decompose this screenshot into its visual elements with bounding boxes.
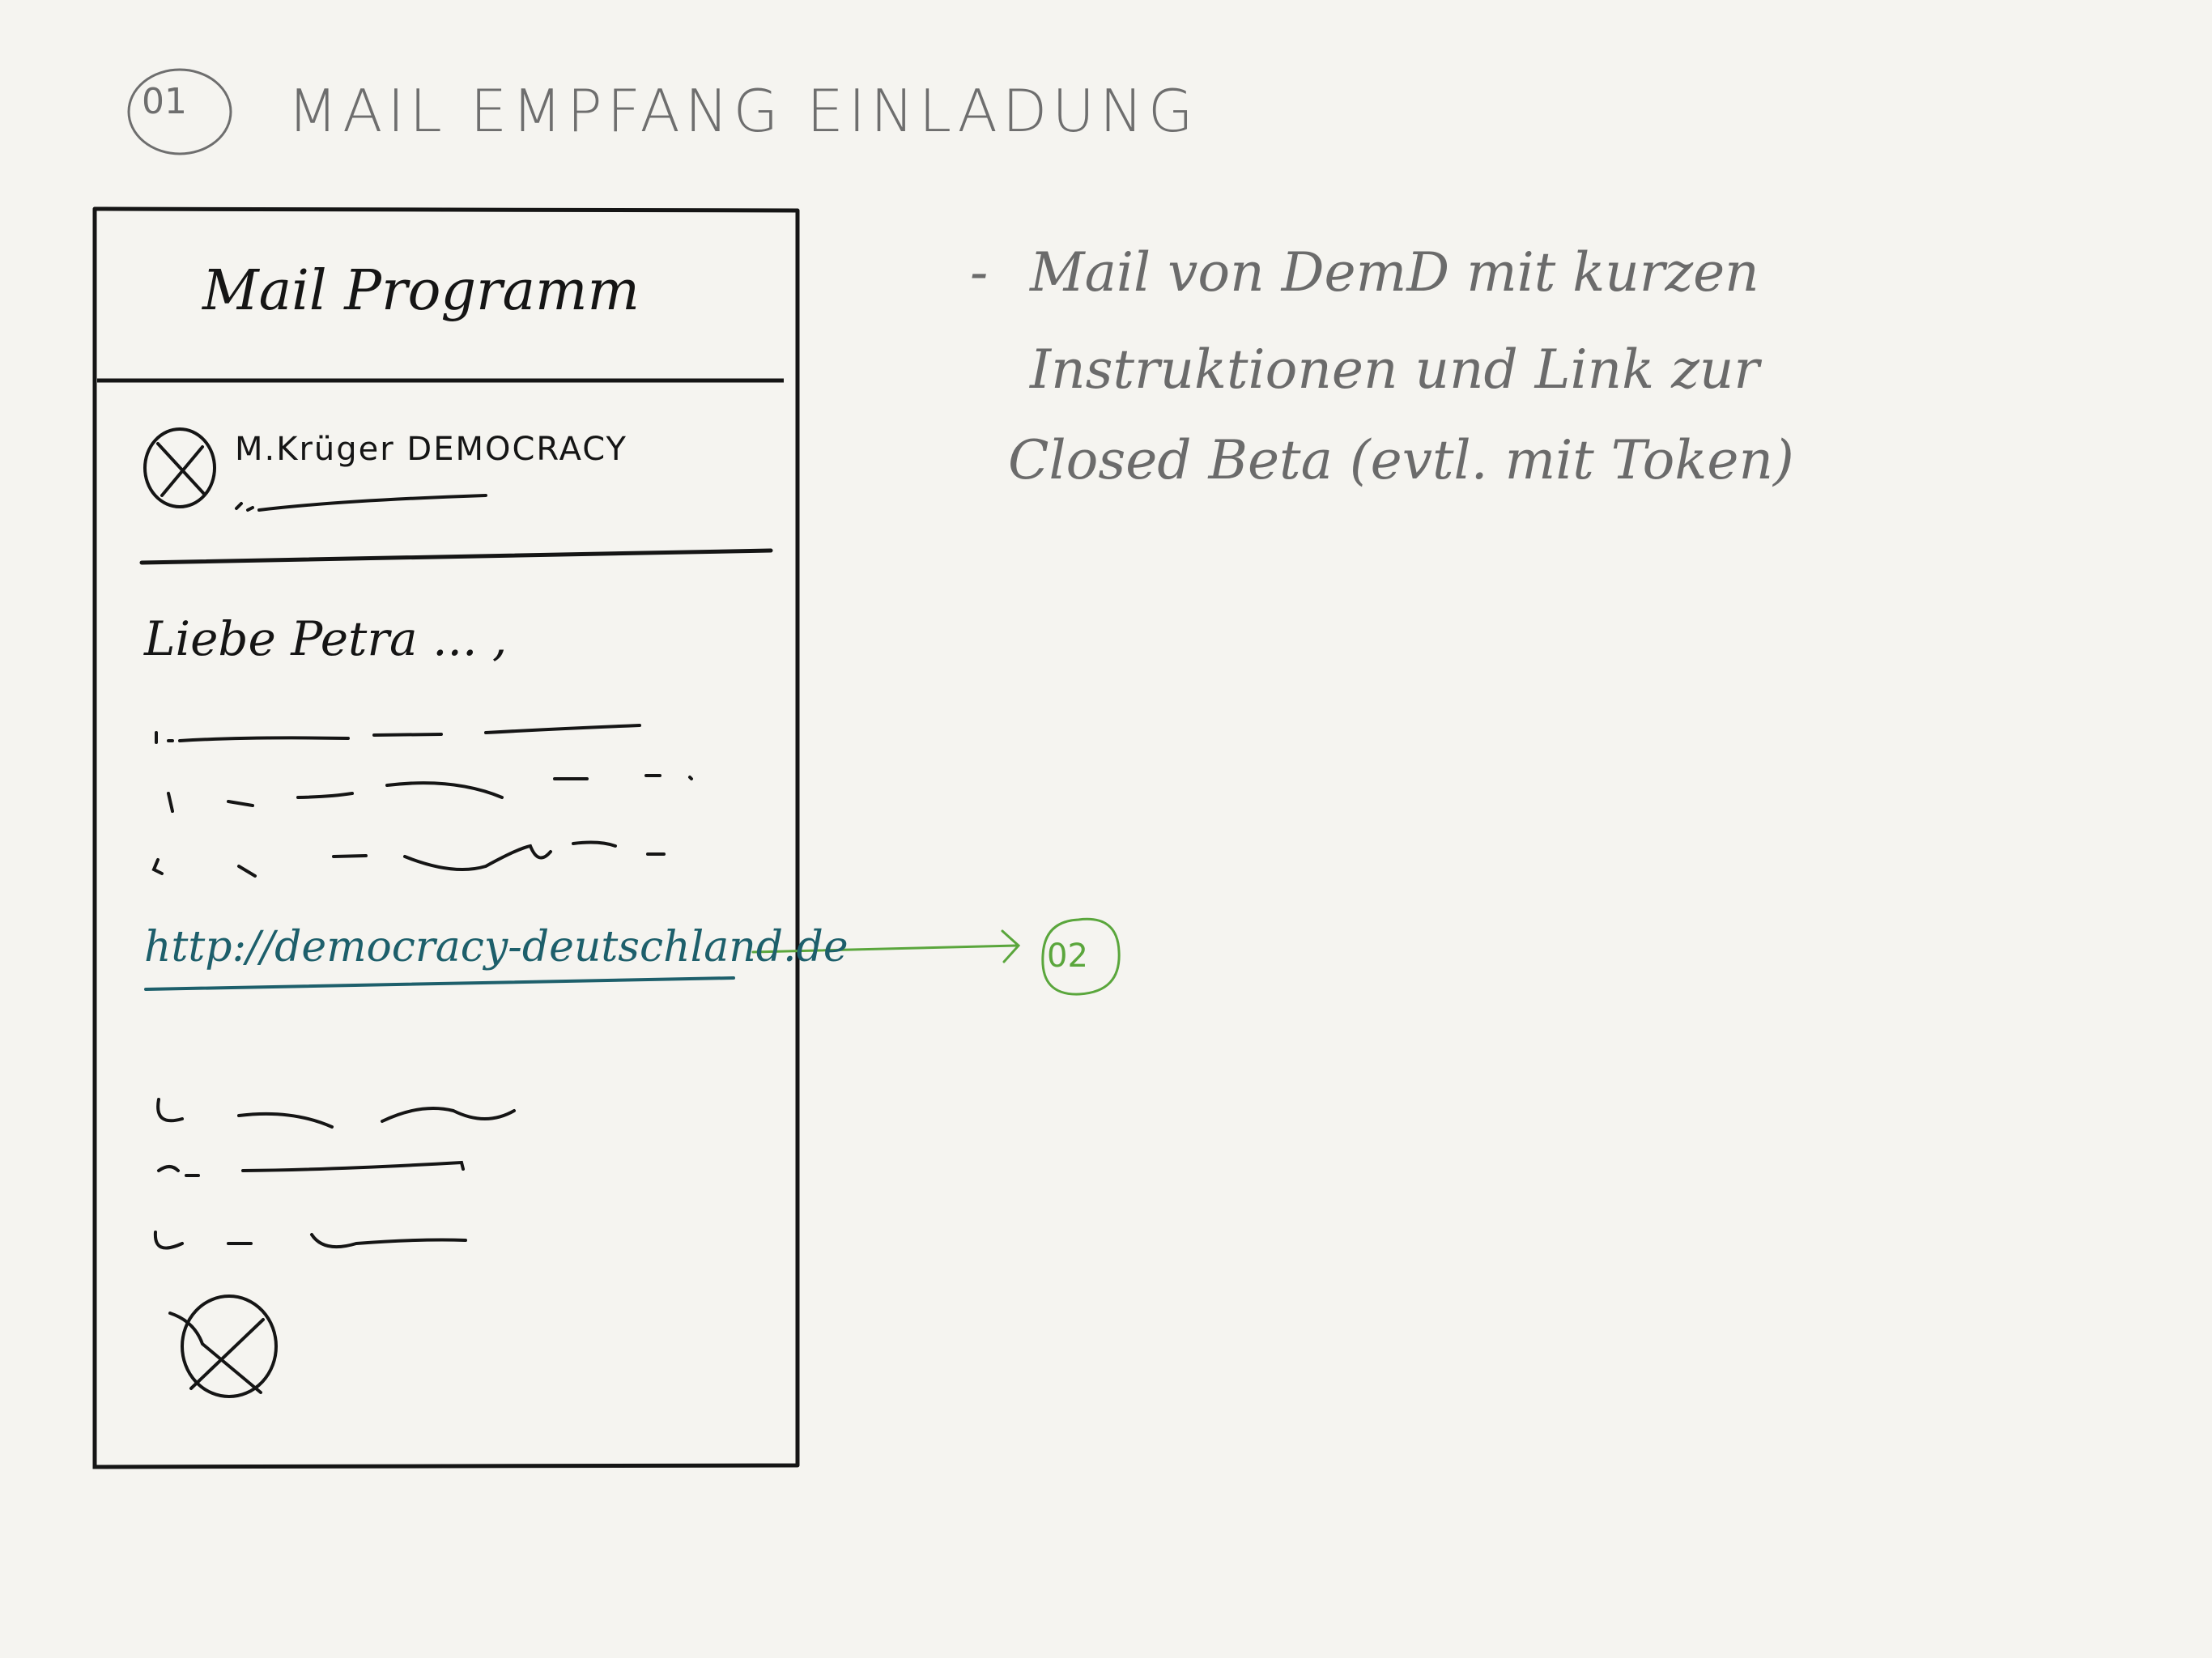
sender-address-scribble xyxy=(235,494,487,512)
reply-avatar-icon xyxy=(168,1295,278,1398)
note-line-1: Mail von DemD mit kurzen xyxy=(1030,241,1759,304)
note-bullet: - xyxy=(970,241,989,304)
note-line-3: Closed Beta (evtl. mit Token) xyxy=(1008,429,1794,491)
mail-app-title: Mail Programm xyxy=(202,259,640,323)
mail-window-frame xyxy=(92,206,800,1469)
link-underline xyxy=(144,976,735,991)
sender-name: M.Krüger DEMOCRACY xyxy=(235,431,627,468)
message-divider xyxy=(139,548,773,565)
step-number-label: 01 xyxy=(142,81,187,122)
invitation-link[interactable]: http://democracy-deutschland.de xyxy=(144,923,849,971)
signature-scribbles xyxy=(153,1098,516,1250)
mail-greeting: Liebe Petra ... , xyxy=(144,611,508,666)
sketch-canvas: 01 MAIL EMPFANG EINLADUNG Mail Programm … xyxy=(0,0,2212,1658)
body-text-scribbles xyxy=(151,724,693,878)
next-step-label: 02 xyxy=(1047,937,1088,975)
page-title: MAIL EMPFANG EINLADUNG xyxy=(287,77,1198,145)
note-line-2: Instruktionen und Link zur xyxy=(1030,338,1759,401)
sender-avatar-icon xyxy=(143,427,216,508)
